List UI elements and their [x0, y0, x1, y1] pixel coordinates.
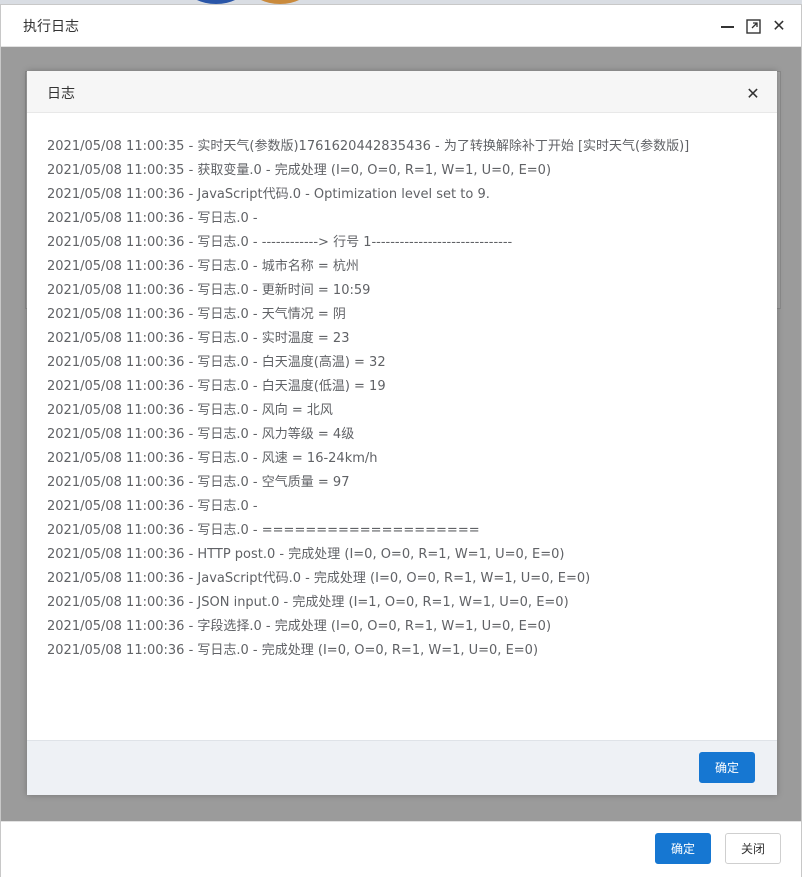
outer-window-footer: 确定 关闭: [1, 821, 801, 877]
outer-close-glyph: ✕: [772, 16, 786, 35]
close-icon[interactable]: ✕: [769, 15, 789, 37]
log-line: 2021/05/08 11:00:36 - JavaScript代码.0 - 完…: [47, 571, 591, 586]
maximize-icon[interactable]: [743, 15, 763, 37]
log-line: 2021/05/08 11:00:35 - 获取变量.0 - 完成处理 (I=0…: [47, 163, 552, 178]
outer-window-title: 执行日志: [23, 19, 79, 35]
log-line: 2021/05/08 11:00:36 - 写日志.0 -: [47, 499, 258, 514]
log-line: 2021/05/08 11:00:36 - 写日志.0 - ==========…: [47, 523, 480, 538]
minimize-icon[interactable]: [717, 15, 737, 37]
outer-close-button[interactable]: 关闭: [725, 833, 781, 864]
log-line: 2021/05/08 11:00:36 - HTTP post.0 - 完成处理…: [47, 547, 565, 562]
log-line: 2021/05/08 11:00:36 - 写日志.0 - 城市名称 = 杭州: [47, 259, 359, 274]
log-line: 2021/05/08 11:00:36 - 写日志.0 - ----------…: [47, 235, 513, 250]
log-line: 2021/05/08 11:00:36 - 写日志.0 - 风速 = 16-24…: [47, 451, 378, 466]
dialog-close-icon[interactable]: ✕: [743, 82, 763, 104]
dialog-ok-button[interactable]: 确定: [699, 752, 755, 783]
log-dialog-title: 日志: [47, 86, 75, 102]
log-line: 2021/05/08 11:00:36 - 写日志.0 - 风向 = 北风: [47, 403, 333, 418]
log-line: 2021/05/08 11:00:36 - 写日志.0 - 白天温度(低温) =…: [47, 379, 386, 394]
log-line: 2021/05/08 11:00:36 - JavaScript代码.0 - O…: [47, 187, 490, 202]
outer-ok-button[interactable]: 确定: [655, 833, 711, 864]
log-line: 2021/05/08 11:00:36 - 字段选择.0 - 完成处理 (I=0…: [47, 619, 552, 634]
log-dialog: 日志 ✕ 2021/05/08 11:00:35 - 实时天气(参数版)1761…: [27, 71, 777, 795]
log-dialog-footer: 确定: [27, 740, 777, 795]
log-line: 2021/05/08 11:00:36 - 写日志.0 - 天气情况 = 阴: [47, 307, 346, 322]
log-line: 2021/05/08 11:00:36 - 写日志.0 -: [47, 211, 258, 226]
log-line: 2021/05/08 11:00:36 - 写日志.0 - 实时温度 = 23: [47, 331, 350, 346]
log-line: 2021/05/08 11:00:36 - 写日志.0 - 更新时间 = 10:…: [47, 283, 371, 298]
log-dialog-header: 日志 ✕: [27, 71, 777, 113]
dialog-close-glyph: ✕: [746, 83, 760, 103]
log-content[interactable]: 2021/05/08 11:00:35 - 实时天气(参数版)176162044…: [27, 113, 777, 740]
log-line: 2021/05/08 11:00:35 - 实时天气(参数版)176162044…: [47, 139, 690, 154]
log-line: 2021/05/08 11:00:36 - 写日志.0 - 白天温度(高温) =…: [47, 355, 386, 370]
log-line: 2021/05/08 11:00:36 - 写日志.0 - 空气质量 = 97: [47, 475, 350, 490]
log-line: 2021/05/08 11:00:36 - 写日志.0 - 完成处理 (I=0,…: [47, 643, 539, 658]
outer-window-header: 执行日志 ✕: [1, 5, 801, 47]
log-line: 2021/05/08 11:00:36 - JSON input.0 - 完成处…: [47, 595, 569, 610]
log-line: 2021/05/08 11:00:36 - 写日志.0 - 风力等级 = 4级: [47, 427, 355, 442]
